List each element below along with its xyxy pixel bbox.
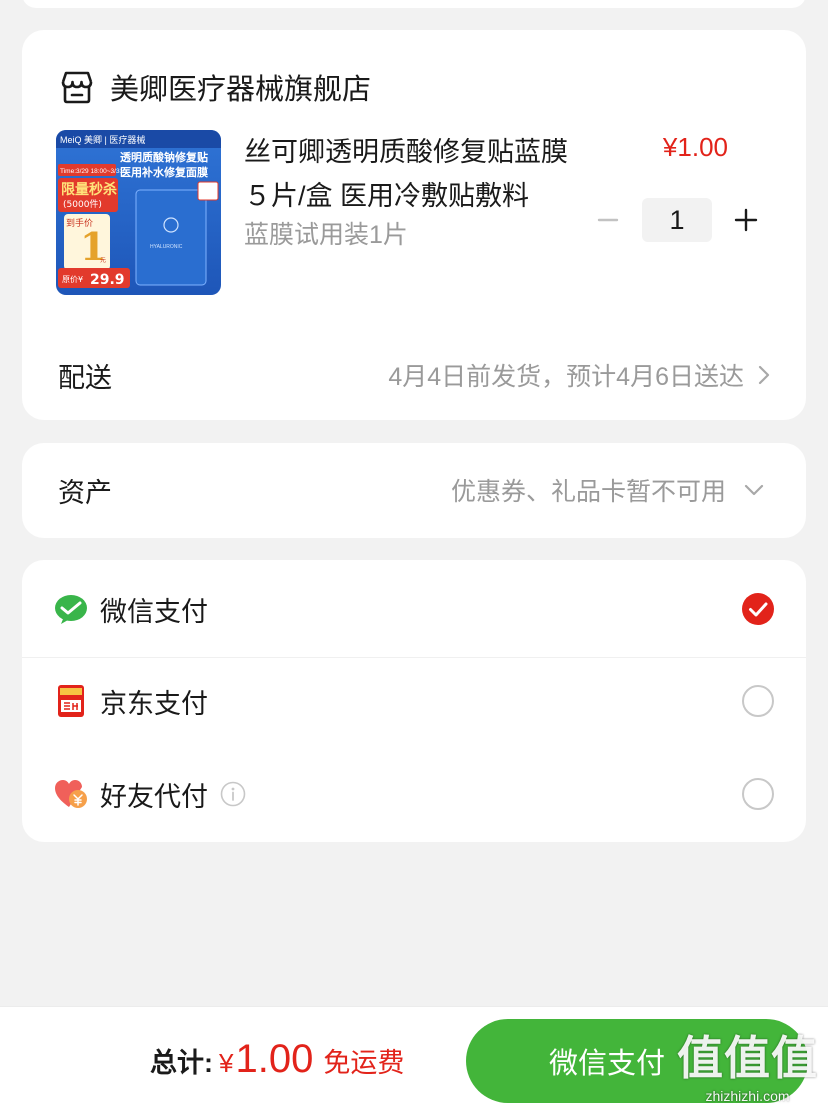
shop-name: 美卿医疗器械旗舰店: [110, 74, 372, 106]
order-card: 美卿医疗器械旗舰店 MeiQ 美卿 | 医疗器械 透明质酸钠修复贴 医用补水修复…: [22, 30, 806, 420]
product-price: ¥1.00: [662, 132, 728, 162]
image-time: Time:3/29 18:00~3/31: [60, 168, 124, 175]
radio-unchecked[interactable]: [742, 685, 774, 717]
minus-icon: [597, 218, 619, 222]
friend-pay-icon: [55, 780, 87, 808]
assets-value: 优惠券、礼品卡暂不可用: [450, 478, 726, 506]
image-pack-text: HYALURONIC: [150, 244, 183, 250]
image-brand: MeiQ 美卿 | 医疗器械: [60, 134, 145, 145]
divider: [22, 657, 806, 658]
payment-card: 微信支付 京东支付 好友代付: [22, 560, 806, 842]
previous-card: [22, 0, 806, 8]
store-icon: [61, 71, 93, 104]
info-icon[interactable]: [220, 781, 246, 807]
delivery-row[interactable]: 配送 4月4日前发货，预计4月6日送达: [58, 350, 770, 400]
delivery-value-wrap: 4月4日前发货，预计4月6日送达: [388, 357, 770, 393]
radio-unchecked[interactable]: [742, 778, 774, 810]
delivery-value: 4月4日前发货，预计4月6日送达: [388, 363, 744, 391]
total-currency: ¥: [219, 1048, 234, 1078]
assets-value-wrap: 优惠券、礼品卡暂不可用: [451, 472, 770, 508]
payment-option-friend[interactable]: 好友代付: [54, 769, 774, 819]
assets-row[interactable]: 资产 优惠券、礼品卡暂不可用: [58, 465, 770, 515]
chevron-down-icon: [744, 484, 764, 496]
jd-pay-icon: [58, 685, 84, 717]
payment-option-wechat[interactable]: 微信支付: [54, 584, 774, 634]
image-flash-count: (5000件): [63, 198, 102, 210]
payment-label-wechat: 微信支付: [100, 596, 208, 627]
image-flash-sale: 限量秒杀: [61, 181, 117, 198]
payment-option-jd[interactable]: 京东支付: [54, 676, 774, 726]
chevron-right-icon: [758, 365, 770, 385]
payment-label-jd: 京东支付: [100, 688, 208, 719]
image-headline-1: 透明质酸钠修复贴: [120, 150, 208, 164]
total-label: 总计:: [150, 1048, 213, 1078]
wechat-pay-icon: [55, 595, 87, 624]
quantity-input[interactable]: 1: [642, 198, 712, 242]
product-spec[interactable]: 蓝膜试用装1片: [244, 215, 408, 251]
image-headline-2: 医用补水修复面膜: [120, 165, 208, 179]
decrease-quantity-button[interactable]: [588, 200, 628, 240]
quantity-stepper: 1: [588, 198, 766, 242]
image-original-price: 29.9: [90, 272, 125, 288]
shipping-note: 免运费: [323, 1048, 405, 1078]
total-amount: 1.00: [235, 1037, 314, 1081]
image-original-label: 原价¥: [62, 275, 83, 284]
shop-header[interactable]: 美卿医疗器械旗舰店: [58, 66, 371, 108]
watermark: 值值值 zhizhizhi.com: [677, 1022, 818, 1104]
radio-checked-icon[interactable]: [742, 593, 774, 625]
watermark-logo: 值值值: [677, 1031, 818, 1085]
assets-card: 资产 优惠券、礼品卡暂不可用: [22, 443, 806, 538]
assets-label: 资产: [58, 477, 112, 508]
delivery-label: 配送: [58, 362, 112, 393]
checkout-bar: 总计: ¥ 1.00 免运费 微信支付 值值值 zhizhizhi.com: [0, 1006, 828, 1114]
pay-button-label: 微信支付: [548, 1048, 665, 1080]
product-thumbnail-graphic: MeiQ 美卿 | 医疗器械 透明质酸钠修复贴 医用补水修复面膜 Time:3/…: [56, 130, 221, 295]
increase-quantity-button[interactable]: [726, 200, 766, 240]
order-total: 总计: ¥ 1.00 免运费: [150, 1037, 404, 1082]
payment-label-friend: 好友代付: [100, 781, 208, 812]
product-title[interactable]: 丝可卿透明质酸修复贴蓝膜５片/盒 医用冷敷贴敷料: [244, 130, 594, 218]
plus-icon: [734, 208, 758, 232]
image-yuan: 元: [100, 257, 106, 264]
product-image[interactable]: MeiQ 美卿 | 医疗器械 透明质酸钠修复贴 医用补水修复面膜 Time:3/…: [56, 130, 221, 295]
watermark-url: zhizhizhi.com: [705, 1088, 790, 1104]
